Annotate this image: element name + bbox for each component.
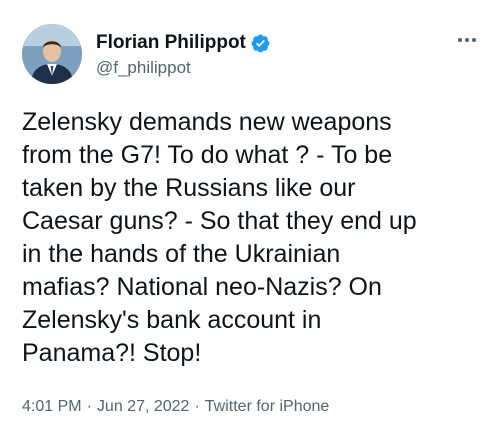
tweet-time[interactable]: 4:01 PM — [22, 398, 82, 415]
tweet-source[interactable]: Twitter for iPhone — [205, 398, 330, 415]
author-names: Florian Philippot @f_philippot — [96, 24, 271, 78]
meta-separator: · — [194, 398, 200, 415]
verified-badge-icon — [250, 33, 271, 54]
author-handle[interactable]: @f_philippot — [96, 58, 271, 78]
author-display-name[interactable]: Florian Philippot — [96, 32, 246, 54]
tweet-date[interactable]: Jun 27, 2022 — [97, 398, 190, 415]
meta-separator: · — [86, 398, 92, 415]
avatar-photo — [22, 24, 82, 84]
name-row: Florian Philippot — [96, 32, 271, 54]
tweet-card: Florian Philippot @f_philippot Zelensky … — [0, 0, 500, 430]
more-options-icon[interactable] — [452, 28, 482, 52]
avatar[interactable] — [22, 24, 82, 84]
tweet-header: Florian Philippot @f_philippot — [22, 24, 482, 88]
tweet-metadata: 4:01 PM · Jun 27, 2022 · Twitter for iPhone — [22, 398, 329, 416]
tweet-text: Zelensky demands new weapons from the G7… — [22, 108, 417, 367]
